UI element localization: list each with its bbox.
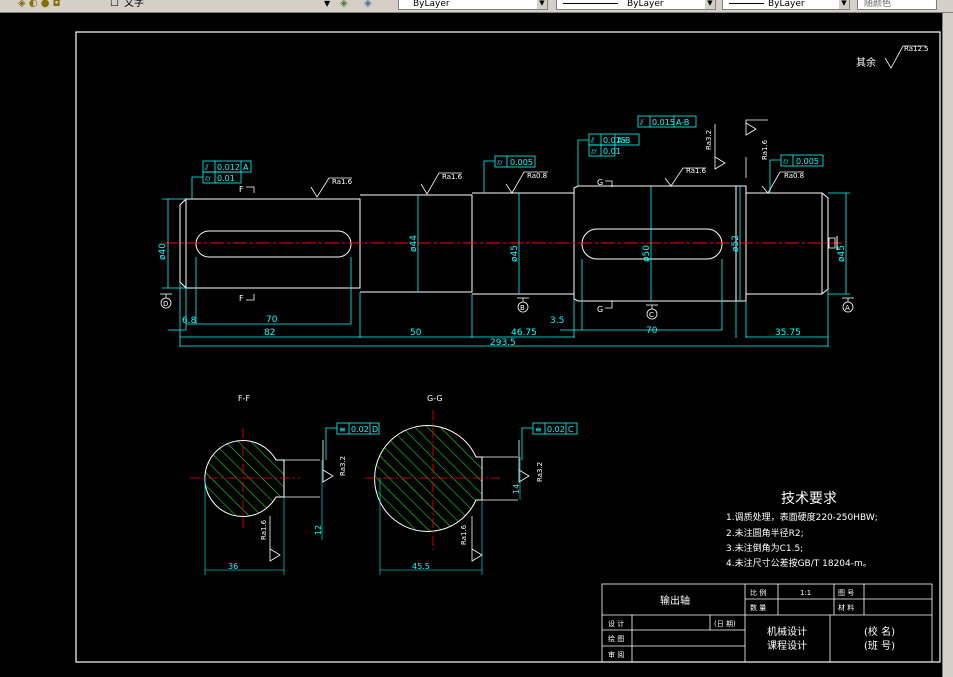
ra-3-2-c: Ra3.2: [536, 462, 544, 482]
symbol-symmetry-icon: ≡: [339, 425, 346, 434]
tech-req-item-1: 1.调质处理，表面硬度220-250HBW;: [726, 511, 878, 523]
datum-c: C: [649, 311, 654, 319]
tol-sec2: 0.02: [547, 425, 565, 434]
section-cut-marks: [246, 180, 613, 309]
ra-1-6-b: Ra1.6: [442, 173, 463, 181]
dim-293-5: 293.5: [490, 338, 516, 348]
dim-dia-45-a: ø45: [510, 245, 520, 262]
title-scale-label: 比 例: [750, 588, 766, 597]
title-school: (校 名): [864, 625, 895, 638]
section-ff-width: 36: [228, 562, 238, 571]
dim-35-75: 35.75: [775, 328, 801, 338]
symbol-cylindricity-icon: ⌭: [497, 158, 503, 167]
ra-1-6-f: Ra1.6: [460, 524, 468, 545]
section-ff-label: F-F: [238, 394, 250, 403]
cut-g-bottom: G: [597, 305, 603, 314]
symbol-runout-icon: ⫽: [590, 136, 595, 145]
dim-46-75: 46.75: [511, 328, 537, 338]
title-drawing-no-label: 图 号: [838, 589, 854, 597]
datum-a: A: [845, 304, 850, 312]
title-course-2: 课程设计: [767, 639, 807, 652]
title-designer-label: 设 计: [608, 619, 624, 628]
symbol-runout-icon: ⫽: [204, 163, 209, 172]
tol-t4-ref: A-B: [676, 118, 689, 127]
dim-dia-40: ø40: [158, 243, 168, 260]
dimension-texts: 6.8 70 82 50 46.75 3.5 70 35.75 293.5 ø4…: [158, 235, 847, 348]
symbol-cylindricity-icon: ⌭: [591, 147, 597, 156]
dim-dia-50: ø50: [642, 245, 652, 262]
tech-req-title: 技术要求: [781, 491, 837, 507]
title-qty-label: 数 量: [750, 603, 766, 612]
tol-t5: 0.005: [796, 157, 819, 166]
dim-70-b: 70: [646, 326, 658, 336]
dim-50: 50: [410, 328, 422, 338]
drawing-canvas[interactable]: 6.8 70 82 50 46.75 3.5 70 35.75 293.5 ø4…: [0, 0, 953, 677]
tol-t3-b: 0.01: [603, 147, 621, 156]
section-ff: [190, 428, 323, 575]
ra-3-2-b: Ra3.2: [339, 456, 347, 476]
tol-sec1: 0.02: [351, 425, 369, 434]
technical-requirements: 技术要求 1.调质处理，表面硬度220-250HBW; 2.未注圆角半径R2; …: [726, 491, 878, 569]
ra-1-6-d: Ra1.6: [761, 139, 769, 160]
dim-82: 82: [264, 328, 275, 338]
datum-symbols: [160, 293, 854, 320]
tol-t4: 0.015: [652, 118, 675, 127]
dim-70-a: 70: [266, 315, 278, 325]
dim-6-8: 6.8: [182, 316, 197, 326]
dim-dia-44: ø44: [409, 235, 419, 252]
tol-t3-ref: A-B: [617, 136, 630, 145]
ra-12-5: Ra12.5: [904, 45, 929, 53]
ra-1-6-a: Ra1.6: [332, 178, 353, 186]
dim-dia-52: ø52: [731, 235, 741, 252]
tol-t1-ref: A: [243, 163, 249, 172]
title-date-label: (日 期): [714, 620, 736, 628]
title-class: (班 号): [864, 640, 895, 652]
tol-t2: 0.005: [510, 158, 533, 167]
tolerance-texts: ⫽ 0.012 A ⌭ 0.01 ⌭ 0.005 ⫽ 0.015 A-B ⌭ 0…: [204, 118, 819, 434]
symbol-runout-icon: ⫽: [639, 118, 644, 127]
section-gg: [365, 410, 521, 575]
title-checker-label: 审 阅: [608, 650, 624, 659]
ra-1-6-c: Ra1.6: [686, 167, 707, 175]
tech-req-item-4: 4.未注尺寸公差按GB/T 18204-m。: [726, 557, 872, 569]
title-course-1: 机械设计: [767, 625, 807, 638]
tol-t1-a: 0.012: [217, 163, 240, 172]
symbol-cylindricity-icon: ⌭: [783, 157, 789, 166]
tech-req-item-3: 3.未注倒角为C1.5;: [726, 542, 803, 554]
section-gg-width: 45.5: [412, 562, 430, 571]
section-gg-label: G-G: [427, 394, 443, 403]
cut-f-top: F: [239, 185, 244, 194]
tol-sec2-ref: C: [568, 425, 574, 434]
title-drawer-label: 绘 图: [608, 634, 624, 643]
ra-0-8-b: Ra0.8: [784, 172, 804, 180]
datum-d: D: [163, 300, 168, 308]
symbol-cylindricity-icon: ⌭: [205, 174, 211, 183]
datum-b: B: [520, 304, 525, 312]
dim-3-5: 3.5: [550, 316, 564, 326]
tol-sec1-ref: D: [372, 425, 378, 434]
tol-t1-b: 0.01: [217, 174, 235, 183]
cut-f-bottom: F: [239, 294, 244, 303]
dim-dia-45-b: ø45: [837, 245, 847, 262]
tech-req-item-2: 2.未注圆角半径R2;: [726, 527, 804, 539]
roughness-other-label: 其余: [856, 56, 876, 69]
ra-3-2-a: Ra3.2: [705, 130, 713, 150]
section-ff-key: 12: [314, 525, 323, 535]
ra-1-6-e: Ra1.6: [260, 519, 268, 540]
title-part-name: 输出轴: [660, 594, 690, 607]
symbol-symmetry-icon: ≡: [535, 425, 542, 434]
title-scale-value: 1:1: [800, 589, 811, 597]
cut-g-top: G: [597, 178, 603, 187]
section-gg-key: 14: [512, 484, 521, 494]
ra-0-8-a: Ra0.8: [527, 172, 547, 180]
title-material-label: 材 料: [838, 603, 854, 612]
